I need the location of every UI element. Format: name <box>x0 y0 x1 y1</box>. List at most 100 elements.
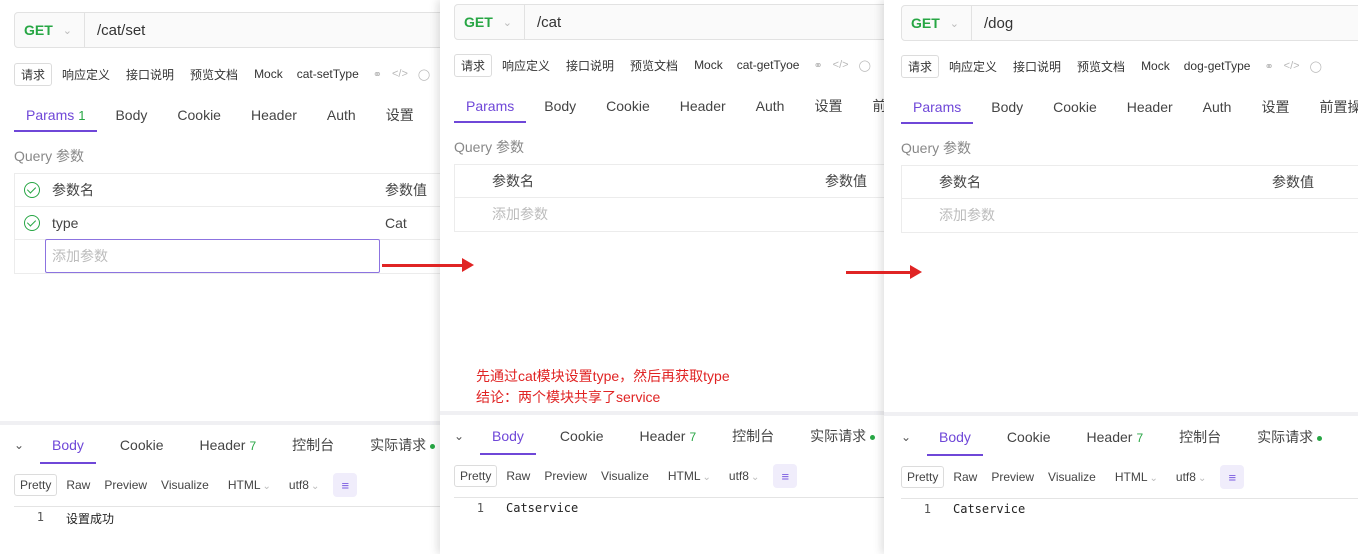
subtab-api-desc[interactable]: 接口说明 <box>560 55 620 76</box>
api-name[interactable]: cat-setType <box>293 65 363 83</box>
tab-auth[interactable]: Auth <box>1191 90 1244 124</box>
add-param-placeholder[interactable]: 添加参数 <box>492 198 548 231</box>
method-select[interactable]: GET ⌄ <box>15 13 85 47</box>
method-select[interactable]: GET ⌄ <box>455 5 525 39</box>
rtab-cookie[interactable]: Cookie <box>548 417 616 455</box>
rtab-actual-request[interactable]: 实际请求 <box>1245 418 1334 456</box>
rtab-console[interactable]: 控制台 <box>720 417 786 455</box>
subtab-request[interactable]: 请求 <box>901 54 940 78</box>
tab-params[interactable]: Params <box>901 90 974 124</box>
rtab-body[interactable]: Body <box>480 417 536 455</box>
subtab-api-desc[interactable]: 接口说明 <box>120 64 180 85</box>
tab-settings[interactable]: 设置 <box>374 98 426 132</box>
method-select[interactable]: GET ⌄ <box>902 6 972 40</box>
wrap-lines-icon[interactable]: ≡ <box>773 464 798 488</box>
check-circle-icon[interactable] <box>24 215 40 231</box>
copy-icon[interactable]: ◯ <box>1310 60 1322 73</box>
tab-auth[interactable]: Auth <box>315 98 368 132</box>
rtab-cookie[interactable]: Cookie <box>108 426 176 464</box>
encoding-select[interactable]: utf8 ⌄ <box>729 469 759 483</box>
panel-divider[interactable] <box>0 421 440 425</box>
response-body[interactable]: 1 Catservice <box>901 498 1358 548</box>
fmt-raw[interactable]: Raw <box>948 467 982 487</box>
copy-icon[interactable]: ◯ <box>418 68 430 81</box>
tab-params[interactable]: Params 1 <box>14 98 98 132</box>
fmt-visualize[interactable]: Visualize <box>1043 467 1101 487</box>
fmt-raw[interactable]: Raw <box>61 475 95 495</box>
fmt-pretty[interactable]: Pretty <box>454 465 498 487</box>
api-name[interactable]: cat-getTyoe <box>733 56 804 74</box>
tab-body[interactable]: Body <box>103 98 159 132</box>
link-icon[interactable]: ⚭ <box>813 59 822 72</box>
wrap-lines-icon[interactable]: ≡ <box>333 473 358 497</box>
response-body[interactable]: 1 设置成功 <box>14 506 440 554</box>
tab-cookie[interactable]: Cookie <box>1041 90 1109 124</box>
subtab-mock[interactable]: Mock <box>688 56 729 74</box>
tab-header[interactable]: Header <box>239 98 309 132</box>
fmt-pretty[interactable]: Pretty <box>14 474 58 496</box>
fmt-visualize[interactable]: Visualize <box>156 475 214 495</box>
url-input[interactable]: /cat/set <box>97 13 145 47</box>
tab-cookie[interactable]: Cookie <box>594 89 662 123</box>
url-input[interactable]: /cat <box>537 5 561 39</box>
tab-settings[interactable]: 设置 <box>802 89 854 123</box>
tab-params[interactable]: Params <box>454 89 527 123</box>
fmt-preview[interactable]: Preview <box>99 475 152 495</box>
tab-settings[interactable]: 设置 <box>1249 90 1301 124</box>
collapse-chevron-icon[interactable]: ⌄ <box>901 430 919 444</box>
fmt-visualize[interactable]: Visualize <box>596 466 654 486</box>
fmt-preview[interactable]: Preview <box>539 466 592 486</box>
api-name[interactable]: dog-getType <box>1180 57 1255 75</box>
tab-pre-ops[interactable]: 前置操 <box>1307 90 1358 124</box>
rtab-console[interactable]: 控制台 <box>1167 418 1233 456</box>
wrap-lines-icon[interactable]: ≡ <box>1220 465 1245 489</box>
tab-header[interactable]: Header <box>668 89 738 123</box>
param-value-cell[interactable]: Cat <box>385 207 407 240</box>
format-select[interactable]: HTML ⌄ <box>1115 470 1158 484</box>
copy-icon[interactable]: ◯ <box>859 59 871 72</box>
rtab-actual-request[interactable]: 实际请求 <box>358 426 440 464</box>
param-name-cell[interactable]: type <box>52 207 78 240</box>
add-param-placeholder[interactable]: 添加参数 <box>939 199 995 232</box>
tab-body[interactable]: Body <box>532 89 588 123</box>
link-icon[interactable]: ⚭ <box>1264 60 1273 73</box>
code-icon[interactable]: </> <box>833 59 849 71</box>
response-body[interactable]: 1 Catservice <box>454 497 886 547</box>
rtab-cookie[interactable]: Cookie <box>995 418 1063 456</box>
tab-header[interactable]: Header <box>1115 90 1185 124</box>
fmt-raw[interactable]: Raw <box>501 466 535 486</box>
subtab-mock[interactable]: Mock <box>248 65 289 83</box>
link-icon[interactable]: ⚭ <box>373 68 382 81</box>
code-icon[interactable]: </> <box>392 68 408 80</box>
subtab-preview-doc[interactable]: 预览文档 <box>1071 56 1131 77</box>
check-circle-icon[interactable] <box>24 182 40 198</box>
tab-cookie[interactable]: Cookie <box>165 98 233 132</box>
collapse-chevron-icon[interactable]: ⌄ <box>14 438 32 452</box>
subtab-request[interactable]: 请求 <box>454 53 493 77</box>
subtab-request[interactable]: 请求 <box>14 62 53 86</box>
encoding-select[interactable]: utf8 ⌄ <box>1176 470 1206 484</box>
subtab-preview-doc[interactable]: 预览文档 <box>624 55 684 76</box>
subtab-response-def[interactable]: 响应定义 <box>496 55 556 76</box>
subtab-response-def[interactable]: 响应定义 <box>56 64 116 85</box>
rtab-body[interactable]: Body <box>927 418 983 456</box>
format-select[interactable]: HTML ⌄ <box>668 469 711 483</box>
format-select[interactable]: HTML ⌄ <box>228 478 271 492</box>
fmt-preview[interactable]: Preview <box>986 467 1039 487</box>
code-icon[interactable]: </> <box>1284 60 1300 72</box>
rtab-header[interactable]: Header 7 <box>188 426 269 464</box>
tab-auth[interactable]: Auth <box>744 89 797 123</box>
subtab-preview-doc[interactable]: 预览文档 <box>184 64 244 85</box>
rtab-actual-request[interactable]: 实际请求 <box>798 417 886 455</box>
collapse-chevron-icon[interactable]: ⌄ <box>454 429 472 443</box>
rtab-body[interactable]: Body <box>40 426 96 464</box>
encoding-select[interactable]: utf8 ⌄ <box>289 478 319 492</box>
panel-divider[interactable] <box>884 412 1358 416</box>
fmt-pretty[interactable]: Pretty <box>901 466 945 488</box>
url-input[interactable]: /dog <box>984 6 1013 40</box>
rtab-console[interactable]: 控制台 <box>280 426 346 464</box>
tab-pre-ops[interactable]: 前 <box>860 89 886 123</box>
subtab-mock[interactable]: Mock <box>1135 57 1176 75</box>
subtab-api-desc[interactable]: 接口说明 <box>1007 56 1067 77</box>
panel-divider[interactable] <box>440 411 886 415</box>
